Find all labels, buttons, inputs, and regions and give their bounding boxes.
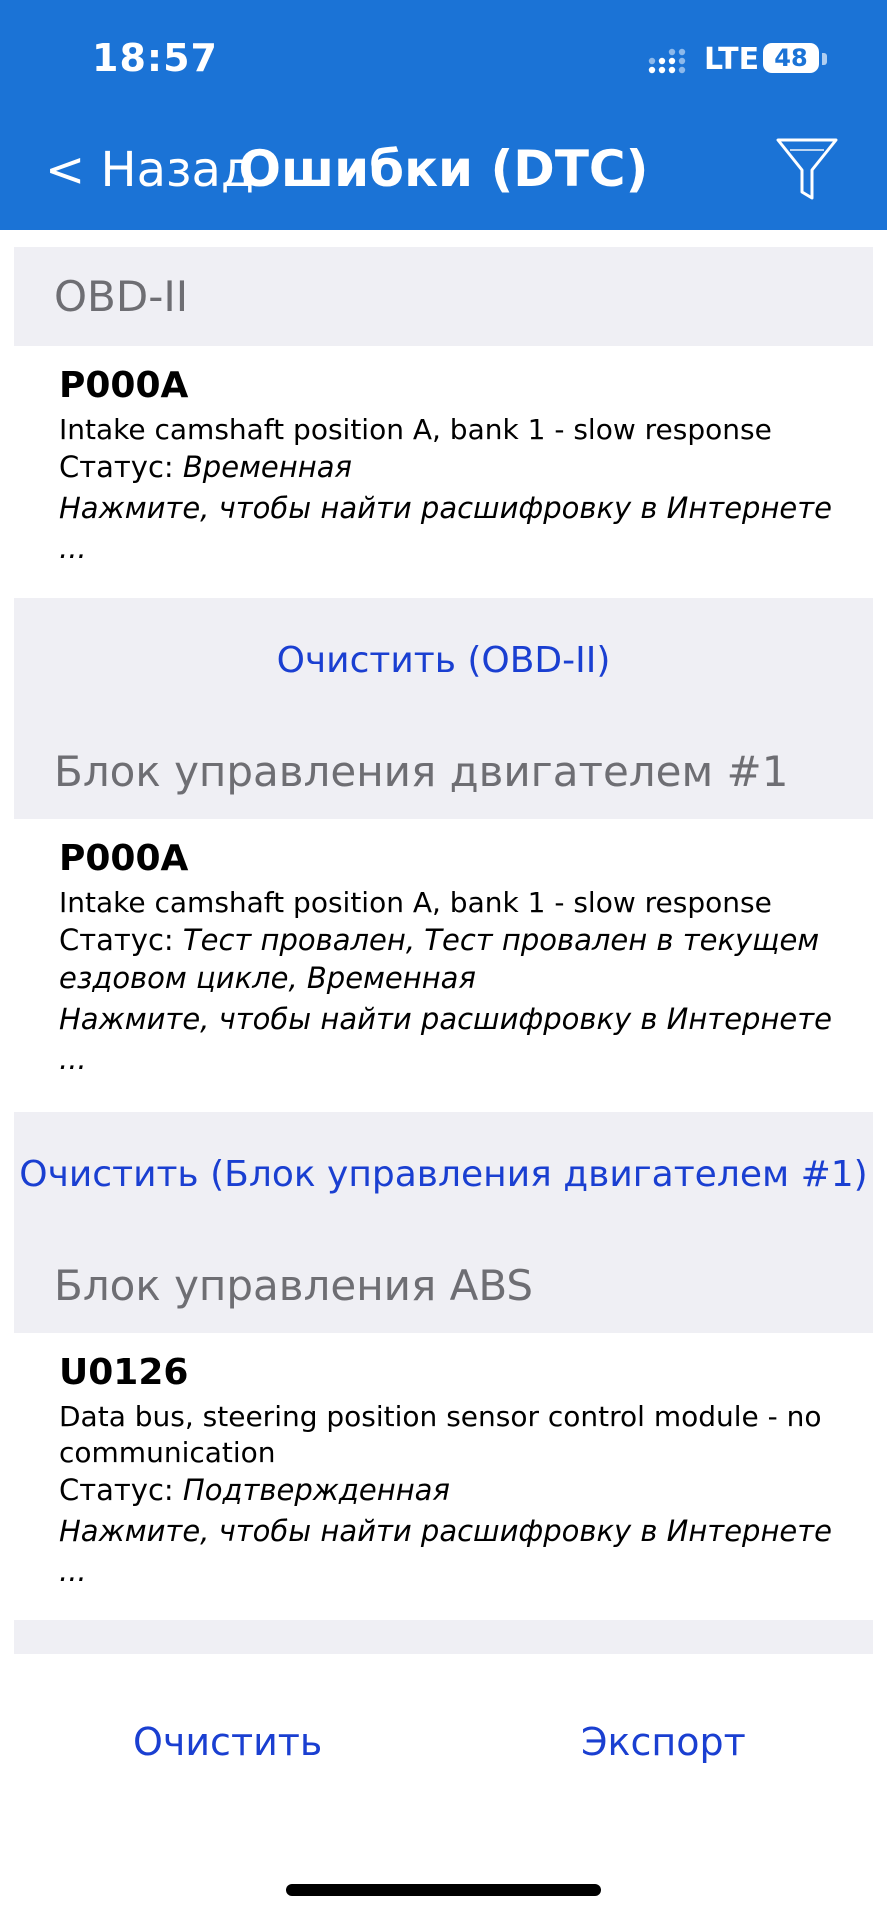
dtc-web-lookup-link[interactable]: Нажмите, чтобы найти расшифровку в Интер… — [59, 1511, 867, 1591]
dtc-status-value: Временная — [182, 450, 352, 484]
dtc-status-value: Подтвержденная — [182, 1473, 450, 1507]
dtc-status-label: Статус: — [59, 1473, 174, 1507]
navigation-bar: Ошибки (DTC) < Назад — [0, 120, 887, 220]
battery-icon: 48 — [763, 43, 819, 73]
list-footer-divider — [14, 1620, 873, 1654]
home-indicator[interactable] — [286, 1884, 601, 1896]
dtc-code: U0126 — [59, 1352, 189, 1393]
section-title: Блок управления ABS — [54, 1260, 534, 1310]
cellular-signal-icon — [648, 48, 686, 74]
battery-level: 48 — [774, 44, 808, 72]
dtc-status: Статус: Тест провален, Тест провален в т… — [59, 921, 867, 997]
export-button[interactable]: Экспорт — [581, 1720, 746, 1764]
section-header-obd: OBD-II — [14, 247, 873, 346]
section-title: OBD-II — [54, 272, 189, 321]
dtc-code: P000A — [59, 365, 189, 406]
dtc-item-engine-p000a[interactable]: P000A Intake camshaft position A, bank 1… — [0, 819, 887, 1112]
dtc-item-abs-u0126[interactable]: U0126 Data bus, steering position sensor… — [0, 1333, 887, 1588]
dtc-status-value: Тест провален, Тест провален в текущем е… — [59, 923, 820, 995]
clear-obd-label: Очистить (OBD-II) — [276, 640, 611, 681]
section-header-engine: Блок управления двигателем #1 — [14, 723, 873, 819]
dtc-status-label: Статус: — [59, 450, 174, 484]
network-type: LTE — [704, 42, 760, 77]
dtc-description: Intake camshaft position A, bank 1 - slo… — [59, 886, 772, 919]
header-bar: 18:57 LTE 48 Ошибки (DTC) < Назад — [0, 0, 887, 230]
section-header-abs: Блок управления ABS — [14, 1237, 873, 1333]
clear-obd-button[interactable]: Очистить (OBD-II) — [14, 598, 873, 723]
clear-engine-button[interactable]: Очистить (Блок управления двигателем #1) — [14, 1112, 873, 1237]
dtc-item-obd-p000a[interactable]: P000A Intake camshaft position A, bank 1… — [0, 346, 887, 598]
dtc-web-lookup-link[interactable]: Нажмите, чтобы найти расшифровку в Интер… — [59, 999, 867, 1079]
dtc-description: Data bus, steering position sensor contr… — [59, 1400, 822, 1469]
status-time: 18:57 — [92, 36, 218, 80]
dtc-status: Статус: Подтвержденная — [59, 1471, 867, 1509]
section-title: Блок управления двигателем #1 — [54, 746, 789, 796]
status-bar: 18:57 LTE 48 — [0, 0, 887, 110]
back-button[interactable]: < Назад — [45, 140, 254, 200]
battery-cap — [822, 53, 827, 65]
clear-all-button[interactable]: Очистить — [133, 1720, 322, 1764]
dtc-description: Intake camshaft position A, bank 1 - slo… — [59, 413, 772, 446]
dtc-list: OBD-II P000A Intake camshaft position A,… — [0, 230, 887, 1588]
dtc-status-label: Статус: — [59, 923, 174, 957]
clear-engine-label: Очистить (Блок управления двигателем #1) — [19, 1154, 868, 1195]
dtc-code: P000A — [59, 838, 189, 879]
filter-icon[interactable] — [774, 134, 840, 204]
dtc-web-lookup-link[interactable]: Нажмите, чтобы найти расшифровку в Интер… — [59, 488, 867, 568]
dtc-status: Статус: Временная — [59, 448, 867, 486]
